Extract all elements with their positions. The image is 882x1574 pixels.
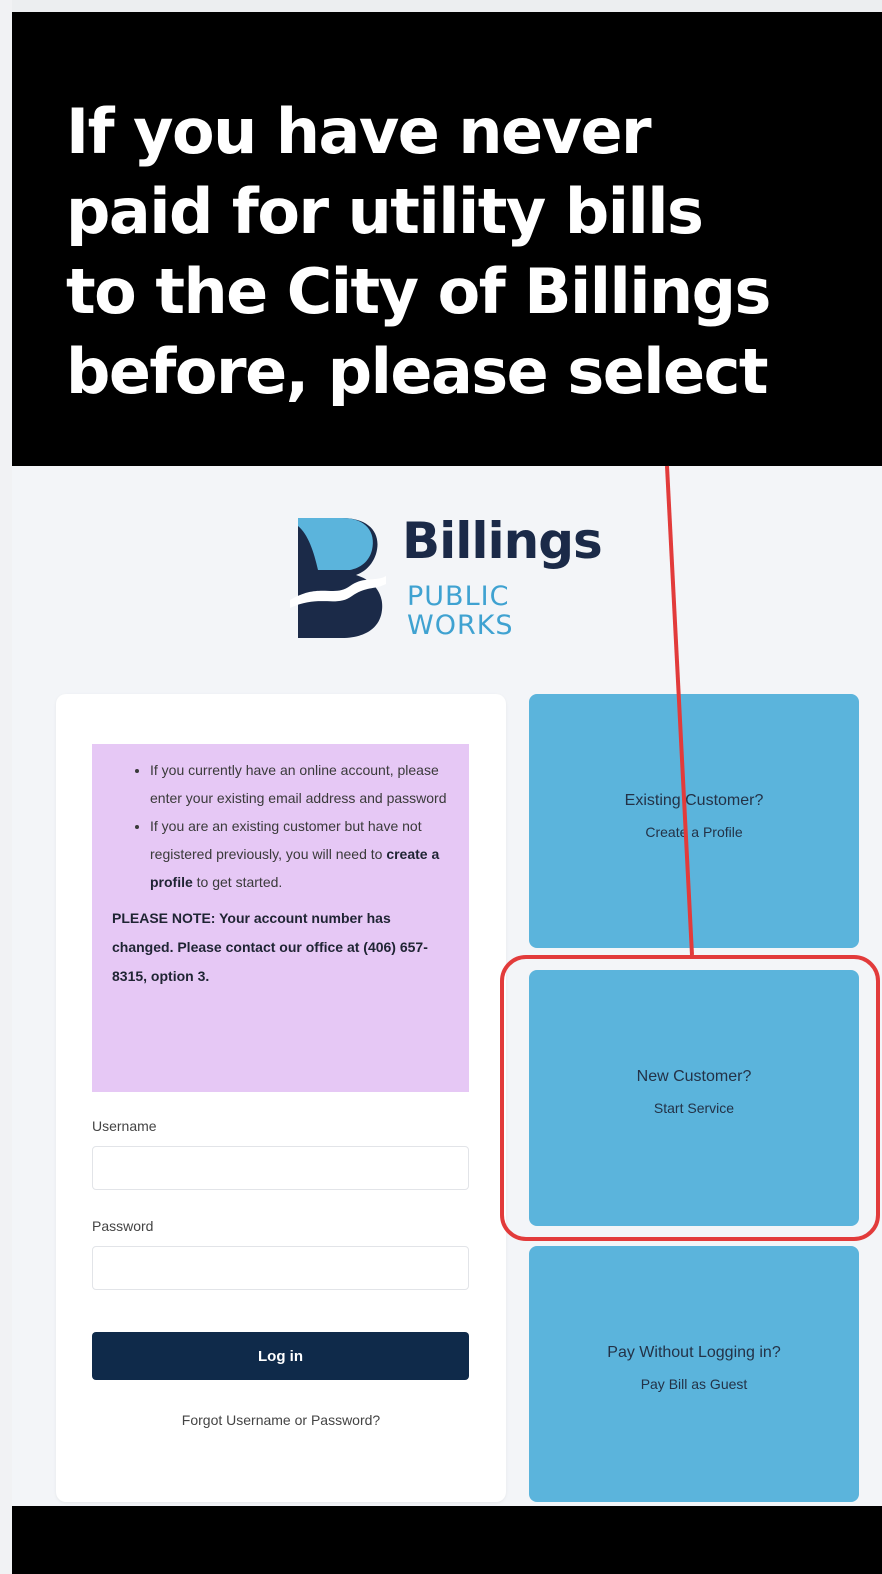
annotation-highlight-box — [500, 955, 880, 1241]
annotation-pointer-line — [665, 465, 694, 956]
bottom-banner — [12, 1506, 882, 1574]
